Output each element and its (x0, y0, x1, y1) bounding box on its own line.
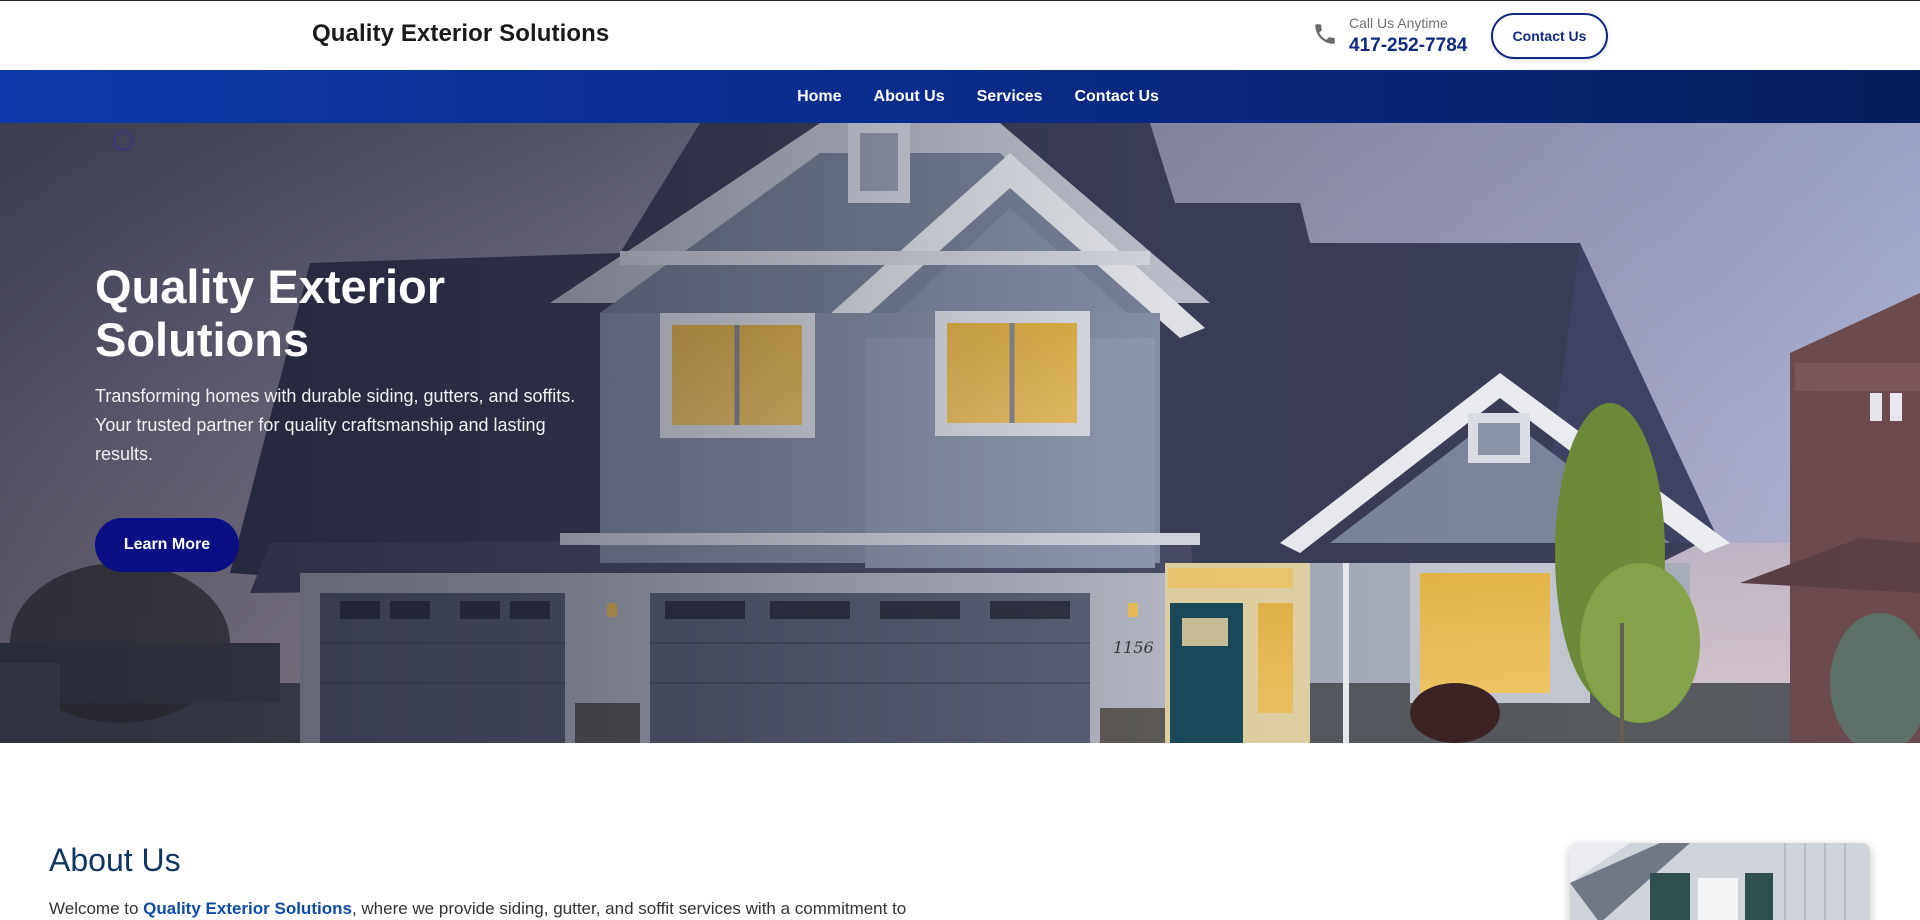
about-house-photo (1570, 843, 1870, 920)
about-text-brand: Quality Exterior Solutions (143, 899, 352, 918)
call-label: Call Us Anytime (1349, 15, 1448, 31)
call-number[interactable]: 417-252-7784 (1349, 35, 1467, 57)
about-text-intro: Welcome to (49, 899, 144, 918)
about-text: Welcome to Quality Exterior Solutions, w… (49, 899, 1049, 919)
about-image (1570, 843, 1870, 920)
nav-about-us[interactable]: About Us (874, 88, 945, 106)
call-info[interactable]: Call Us Anytime 417-252-7784 (1312, 15, 1472, 59)
hero-title: Quality Exterior Solutions (95, 260, 445, 366)
about-heading: About Us (49, 842, 181, 878)
nav-home[interactable]: Home (797, 88, 841, 106)
main-nav: Home About Us Services Contact Us (0, 70, 1920, 123)
ring-icon (113, 131, 133, 151)
hero-description: Transforming homes with durable siding, … (95, 386, 576, 464)
nav-services[interactable]: Services (977, 88, 1043, 106)
site-brand[interactable]: Quality Exterior Solutions (312, 20, 609, 48)
learn-more-button[interactable]: Learn More (95, 518, 239, 572)
hero-section: 1156 Quality Exterior Solutions Transfor… (0, 123, 1920, 743)
top-header: Quality Exterior Solutions Call Us Anyti… (0, 0, 1920, 70)
about-text-rest: , where we provide siding, gutter, and s… (351, 899, 907, 918)
nav-contact-us[interactable]: Contact Us (1074, 88, 1158, 106)
phone-icon (1315, 24, 1335, 44)
header-contact-button[interactable]: Contact Us (1491, 13, 1608, 59)
